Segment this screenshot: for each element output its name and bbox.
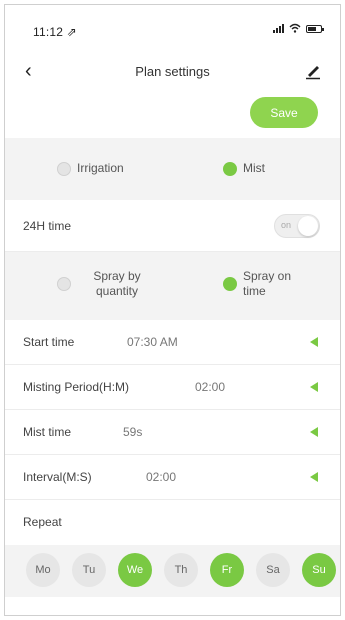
radio-on-icon bbox=[223, 161, 237, 176]
status-icons bbox=[273, 23, 324, 33]
day-monday[interactable]: Mo bbox=[26, 553, 60, 587]
spray-option-time[interactable]: Spray on time bbox=[223, 269, 313, 299]
save-button[interactable]: Save bbox=[250, 97, 318, 128]
interval-row[interactable]: Interval(M:S) 02:00 bbox=[5, 455, 340, 500]
mode-selector: Irrigation Mist bbox=[5, 138, 340, 200]
interval-value: 02:00 bbox=[146, 470, 177, 484]
interval-label: Interval(M:S) bbox=[23, 470, 92, 484]
misting-period-row[interactable]: Misting Period(H:M) 02:00 bbox=[5, 365, 340, 410]
mist-time-row[interactable]: Mist time 59s bbox=[5, 410, 340, 455]
repeat-row: Repeat bbox=[5, 500, 340, 545]
arrow-left-icon[interactable] bbox=[310, 427, 318, 437]
toggle-knob bbox=[298, 216, 318, 236]
mode-option-irrigation[interactable]: Irrigation bbox=[57, 161, 124, 176]
time-format-label: 24H time bbox=[23, 219, 72, 233]
signal-icon bbox=[273, 23, 284, 33]
start-time-row[interactable]: Start time 07:30 AM bbox=[5, 320, 340, 365]
spray-selector: Spray by quantity Spray on time bbox=[5, 252, 340, 320]
spray-option-label: Spray by quantity bbox=[93, 269, 141, 298]
arrow-left-icon[interactable] bbox=[310, 337, 318, 347]
battery-icon bbox=[306, 25, 324, 33]
day-friday[interactable]: Fr bbox=[210, 553, 244, 587]
time-format-row: 24H time on bbox=[5, 200, 340, 252]
misting-period-label: Misting Period(H:M) bbox=[23, 380, 130, 394]
radio-off-icon bbox=[57, 161, 71, 176]
status-bar: 11:12 ⇗ bbox=[5, 5, 340, 57]
day-thursday[interactable]: Th bbox=[164, 553, 198, 587]
mode-option-mist[interactable]: Mist bbox=[223, 161, 265, 176]
repeat-label: Repeat bbox=[23, 515, 62, 529]
page-title: Plan settings bbox=[135, 64, 210, 79]
radio-off-icon bbox=[57, 277, 71, 291]
wifi-icon bbox=[289, 23, 301, 33]
repeat-days: Mo Tu We Th Fr Sa Su bbox=[5, 545, 340, 597]
arrow-left-icon[interactable] bbox=[310, 472, 318, 482]
radio-on-icon bbox=[223, 277, 237, 291]
nav-bar: ‹ Plan settings bbox=[5, 57, 340, 87]
day-wednesday[interactable]: We bbox=[118, 553, 152, 587]
spray-option-quantity[interactable]: Spray by quantity bbox=[57, 269, 157, 299]
mode-option-label: Mist bbox=[243, 161, 265, 175]
start-time-label: Start time bbox=[23, 335, 75, 349]
day-sunday[interactable]: Su bbox=[302, 553, 336, 587]
day-tuesday[interactable]: Tu bbox=[72, 553, 106, 587]
mist-time-label: Mist time bbox=[23, 425, 71, 439]
start-time-value: 07:30 AM bbox=[127, 335, 178, 349]
mode-option-label: Irrigation bbox=[77, 161, 124, 175]
spray-option-label: Spray on time bbox=[243, 269, 292, 298]
arrow-left-icon[interactable] bbox=[310, 382, 318, 392]
time-format-toggle[interactable]: on bbox=[274, 214, 320, 238]
toggle-label: on bbox=[281, 220, 292, 230]
mist-time-value: 59s bbox=[123, 425, 143, 439]
status-time: 11:12 ⇗ bbox=[33, 25, 77, 39]
day-saturday[interactable]: Sa bbox=[256, 553, 290, 587]
pen-icon[interactable] bbox=[304, 62, 322, 80]
misting-period-value: 02:00 bbox=[195, 380, 226, 394]
phone-screen: 11:12 ⇗ ‹ Plan settings Save Irrigation bbox=[4, 4, 341, 616]
